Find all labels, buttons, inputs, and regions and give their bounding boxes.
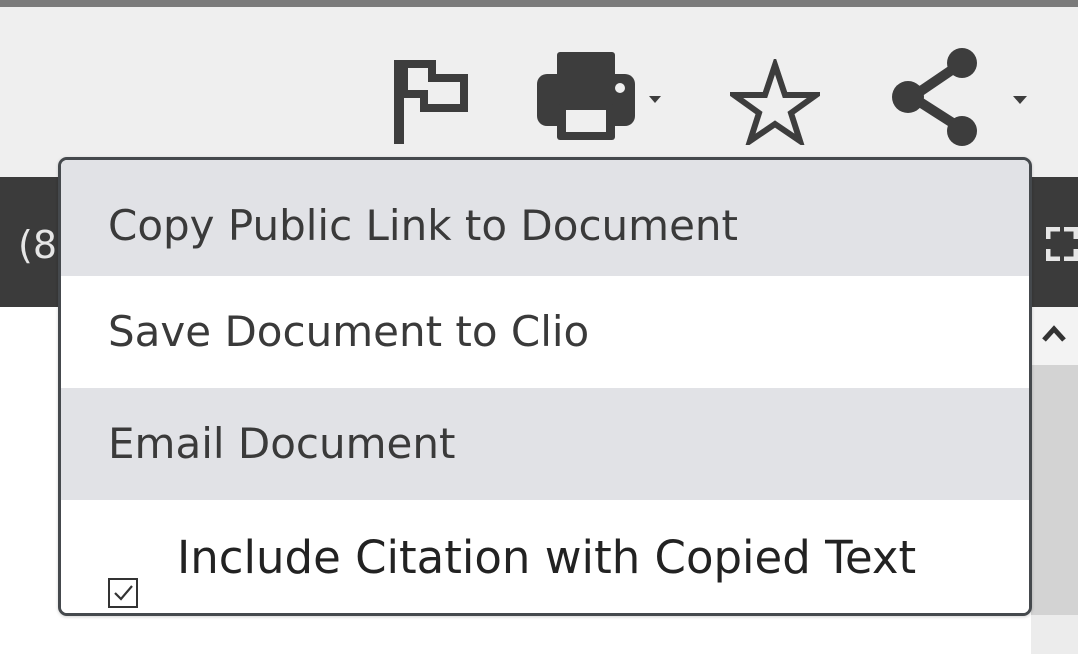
document-toolbar xyxy=(0,7,1078,177)
checkbox-checked-icon xyxy=(108,578,138,608)
header-partial-text: (8 xyxy=(18,223,58,267)
scrollbar-track[interactable] xyxy=(1031,615,1078,654)
include-citation-option[interactable]: Include Citation with Copied Text xyxy=(61,500,1029,613)
email-document-item[interactable]: Email Document xyxy=(61,388,1029,500)
flag-icon xyxy=(394,60,468,144)
scrollbar-thumb[interactable] xyxy=(1031,365,1078,615)
share-button[interactable] xyxy=(888,45,1038,149)
chevron-up-icon xyxy=(1042,325,1066,342)
scrollbar[interactable] xyxy=(1031,307,1078,654)
flag-button[interactable] xyxy=(388,60,468,144)
favorite-button[interactable] xyxy=(724,55,826,149)
save-to-clio-item[interactable]: Save Document to Clio xyxy=(61,276,1029,388)
star-icon xyxy=(724,55,826,149)
chevron-down-icon xyxy=(1013,96,1027,104)
include-citation-checkbox[interactable] xyxy=(108,536,138,608)
include-citation-label: Include Citation with Copied Text xyxy=(177,531,917,584)
top-border xyxy=(0,0,1078,7)
print-button[interactable] xyxy=(531,52,661,142)
chevron-down-icon xyxy=(649,96,661,103)
expand-icon[interactable] xyxy=(1045,226,1078,265)
share-menu: Copy Public Link to Document Save Docume… xyxy=(58,157,1032,616)
scroll-up-button[interactable] xyxy=(1031,307,1078,365)
copy-public-link-item[interactable]: Copy Public Link to Document xyxy=(61,160,1029,276)
print-icon xyxy=(537,52,661,140)
share-icon xyxy=(892,48,1027,146)
